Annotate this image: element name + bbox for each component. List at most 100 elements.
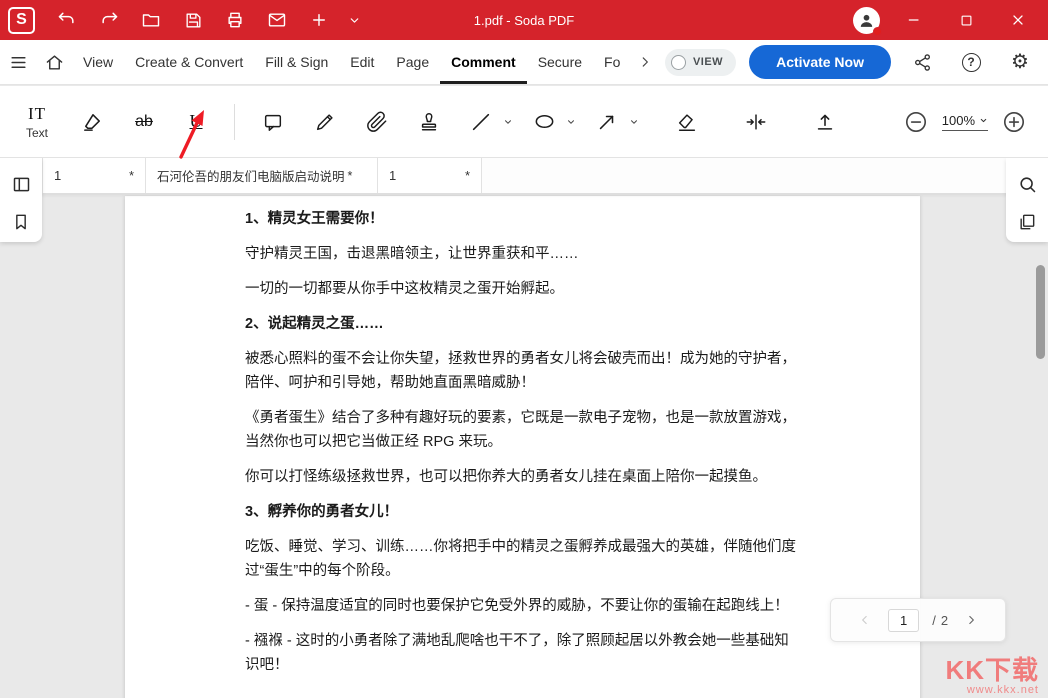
bookmark-icon (11, 212, 31, 232)
stamp-tool[interactable] (408, 99, 450, 145)
main-menu-button[interactable] (0, 40, 36, 84)
document-viewport[interactable]: 1、精灵女王需要你！ 守护精灵王国，击退黑暗领主，让世界重获和平…… 一切的一切… (0, 195, 1048, 698)
email-button[interactable] (259, 4, 295, 36)
open-file-button[interactable] (133, 4, 169, 36)
snap-measure-tool[interactable] (735, 99, 777, 145)
sticky-note-tool[interactable] (252, 99, 294, 145)
document-tab-3[interactable]: 1 * (378, 158, 482, 193)
doc-heading: 2、说起精灵之蛋…… (245, 312, 802, 336)
line-icon (470, 111, 492, 133)
eraser-tool[interactable] (666, 99, 708, 145)
tab-secure[interactable]: Secure (527, 40, 593, 84)
unsaved-indicator: * (465, 168, 470, 183)
tab-create-convert[interactable]: Create & Convert (124, 40, 254, 84)
doc-paragraph: 《勇者蛋生》结合了多种有趣好玩的要素，它既是一款电子宠物，也是一款放置游戏，当然… (245, 406, 802, 454)
save-button[interactable] (175, 4, 211, 36)
pencil-tool[interactable] (304, 99, 346, 145)
arrow-tool-dropdown[interactable] (629, 117, 639, 127)
redo-button[interactable] (91, 4, 127, 36)
chevron-right-icon (964, 613, 978, 627)
window-title: 1.pdf - Soda PDF (474, 0, 574, 40)
minimize-button[interactable] (896, 4, 932, 36)
line-tool-dropdown[interactable] (503, 117, 513, 127)
bookmarks-panel-button[interactable] (7, 208, 35, 236)
activate-now-button[interactable]: Activate Now (749, 45, 891, 79)
tabs-overflow-button[interactable] (631, 40, 659, 84)
pencil-icon (314, 111, 336, 133)
undo-icon (57, 10, 77, 30)
settings-button[interactable]: ⚙ (1002, 40, 1038, 84)
undo-button[interactable] (49, 4, 85, 36)
zoom-level-control[interactable]: 100% (942, 113, 988, 131)
notification-dot (873, 27, 882, 36)
document-tab-bar: 1 * 石河伦吾的朋友们电脑版启动说明 * 1 * (0, 158, 1048, 194)
arrow-icon (596, 111, 618, 133)
redo-icon (99, 10, 119, 30)
doc-paragraph: 吃饭、睡觉、学习、训练……你将把手中的精灵之蛋孵养成最强大的英雄，伴随他们度过“… (245, 535, 802, 583)
document-tab-label: 1 (54, 168, 61, 183)
document-tab-1[interactable]: 1 * (42, 158, 146, 193)
tab-view[interactable]: View (72, 40, 124, 84)
home-button[interactable] (36, 40, 72, 84)
previous-page-button[interactable] (855, 610, 875, 630)
maximize-button[interactable] (948, 4, 984, 36)
view-mode-toggle[interactable]: VIEW (665, 49, 736, 76)
text-comment-tool[interactable]: IT Text (13, 96, 61, 148)
chevron-down-icon (348, 14, 361, 27)
zoom-controls: 100% (903, 109, 1035, 135)
doc-paragraph: 你可以打怪练级拯救世界，也可以把你养大的勇者女儿挂在桌面上陪你一起摸鱼。 (245, 465, 802, 489)
underline-icon: U (190, 111, 203, 132)
zoom-in-button[interactable] (1001, 109, 1027, 135)
paperclip-icon (366, 111, 388, 133)
tab-edit[interactable]: Edit (339, 40, 385, 84)
vertical-scrollbar[interactable] (1036, 265, 1045, 359)
ellipse-tool[interactable] (523, 99, 565, 145)
print-button[interactable] (217, 4, 253, 36)
document-tab-2[interactable]: 石河伦吾的朋友们电脑版启动说明 * (146, 158, 378, 193)
search-icon (1017, 174, 1038, 195)
shape-tool-dropdown[interactable] (566, 117, 576, 127)
help-icon: ? (962, 53, 981, 72)
tab-page[interactable]: Page (385, 40, 440, 84)
total-pages: 2 (941, 613, 948, 628)
arrow-tool-group (586, 99, 639, 145)
quickbar-dropdown-button[interactable] (343, 4, 365, 36)
unsaved-indicator: * (129, 168, 134, 183)
text-tool-label: Text (26, 126, 48, 140)
export-comments-tool[interactable] (804, 99, 846, 145)
close-button[interactable] (1000, 4, 1036, 36)
search-panel-button[interactable] (1013, 170, 1041, 198)
highlight-tool[interactable] (71, 99, 113, 145)
attachment-tool[interactable] (356, 99, 398, 145)
doc-heading: 1、精灵女王需要你！ (245, 207, 802, 231)
doc-paragraph: - 襁褓 - 这时的小勇者除了满地乱爬啥也干不了，除了照顾起居以外教会她一些基础… (245, 629, 802, 677)
next-page-button[interactable] (961, 610, 981, 630)
document-tab-label: 石河伦吾的朋友们电脑版启动说明 (157, 166, 345, 185)
right-panel-strip (1006, 158, 1048, 242)
thumbnails-panel-button[interactable] (7, 170, 35, 198)
chevron-down-icon (979, 116, 988, 125)
tab-comment[interactable]: Comment (440, 40, 527, 84)
current-page-input[interactable]: 1 (888, 609, 919, 632)
pdf-page[interactable]: 1、精灵女王需要你！ 守护精灵王国，击退黑暗领主，让世界重获和平…… 一切的一切… (125, 196, 920, 698)
envelope-icon (267, 10, 287, 30)
tab-forms-truncated[interactable]: Fo (593, 40, 631, 84)
pages-overview-button[interactable] (1013, 208, 1041, 236)
ribbon-nav: View Create & Convert Fill & Sign Edit P… (0, 40, 1048, 85)
side-panel-icon (11, 174, 32, 195)
line-tool[interactable] (460, 99, 502, 145)
account-button[interactable] (853, 7, 880, 34)
doc-paragraph: 被悉心照料的蛋不会让你失望，拯救世界的勇者女儿将会破壳而出！成为她的守护者，陪伴… (245, 347, 802, 395)
tab-fill-sign[interactable]: Fill & Sign (254, 40, 339, 84)
maximize-icon (959, 13, 974, 28)
arrow-tool[interactable] (586, 99, 628, 145)
strikethrough-tool[interactable]: ab (123, 99, 165, 145)
help-button[interactable]: ? (953, 40, 989, 84)
zoom-out-button[interactable] (903, 109, 929, 135)
share-button[interactable] (904, 40, 940, 84)
add-tool-button[interactable] (301, 4, 337, 36)
note-icon (262, 111, 284, 133)
page-navigator: 1 / 2 (830, 598, 1006, 642)
underline-tool[interactable]: U (175, 99, 217, 145)
pdf-page-text: 1、精灵女王需要你！ 守护精灵王国，击退黑暗领主，让世界重获和平…… 一切的一切… (125, 196, 920, 677)
